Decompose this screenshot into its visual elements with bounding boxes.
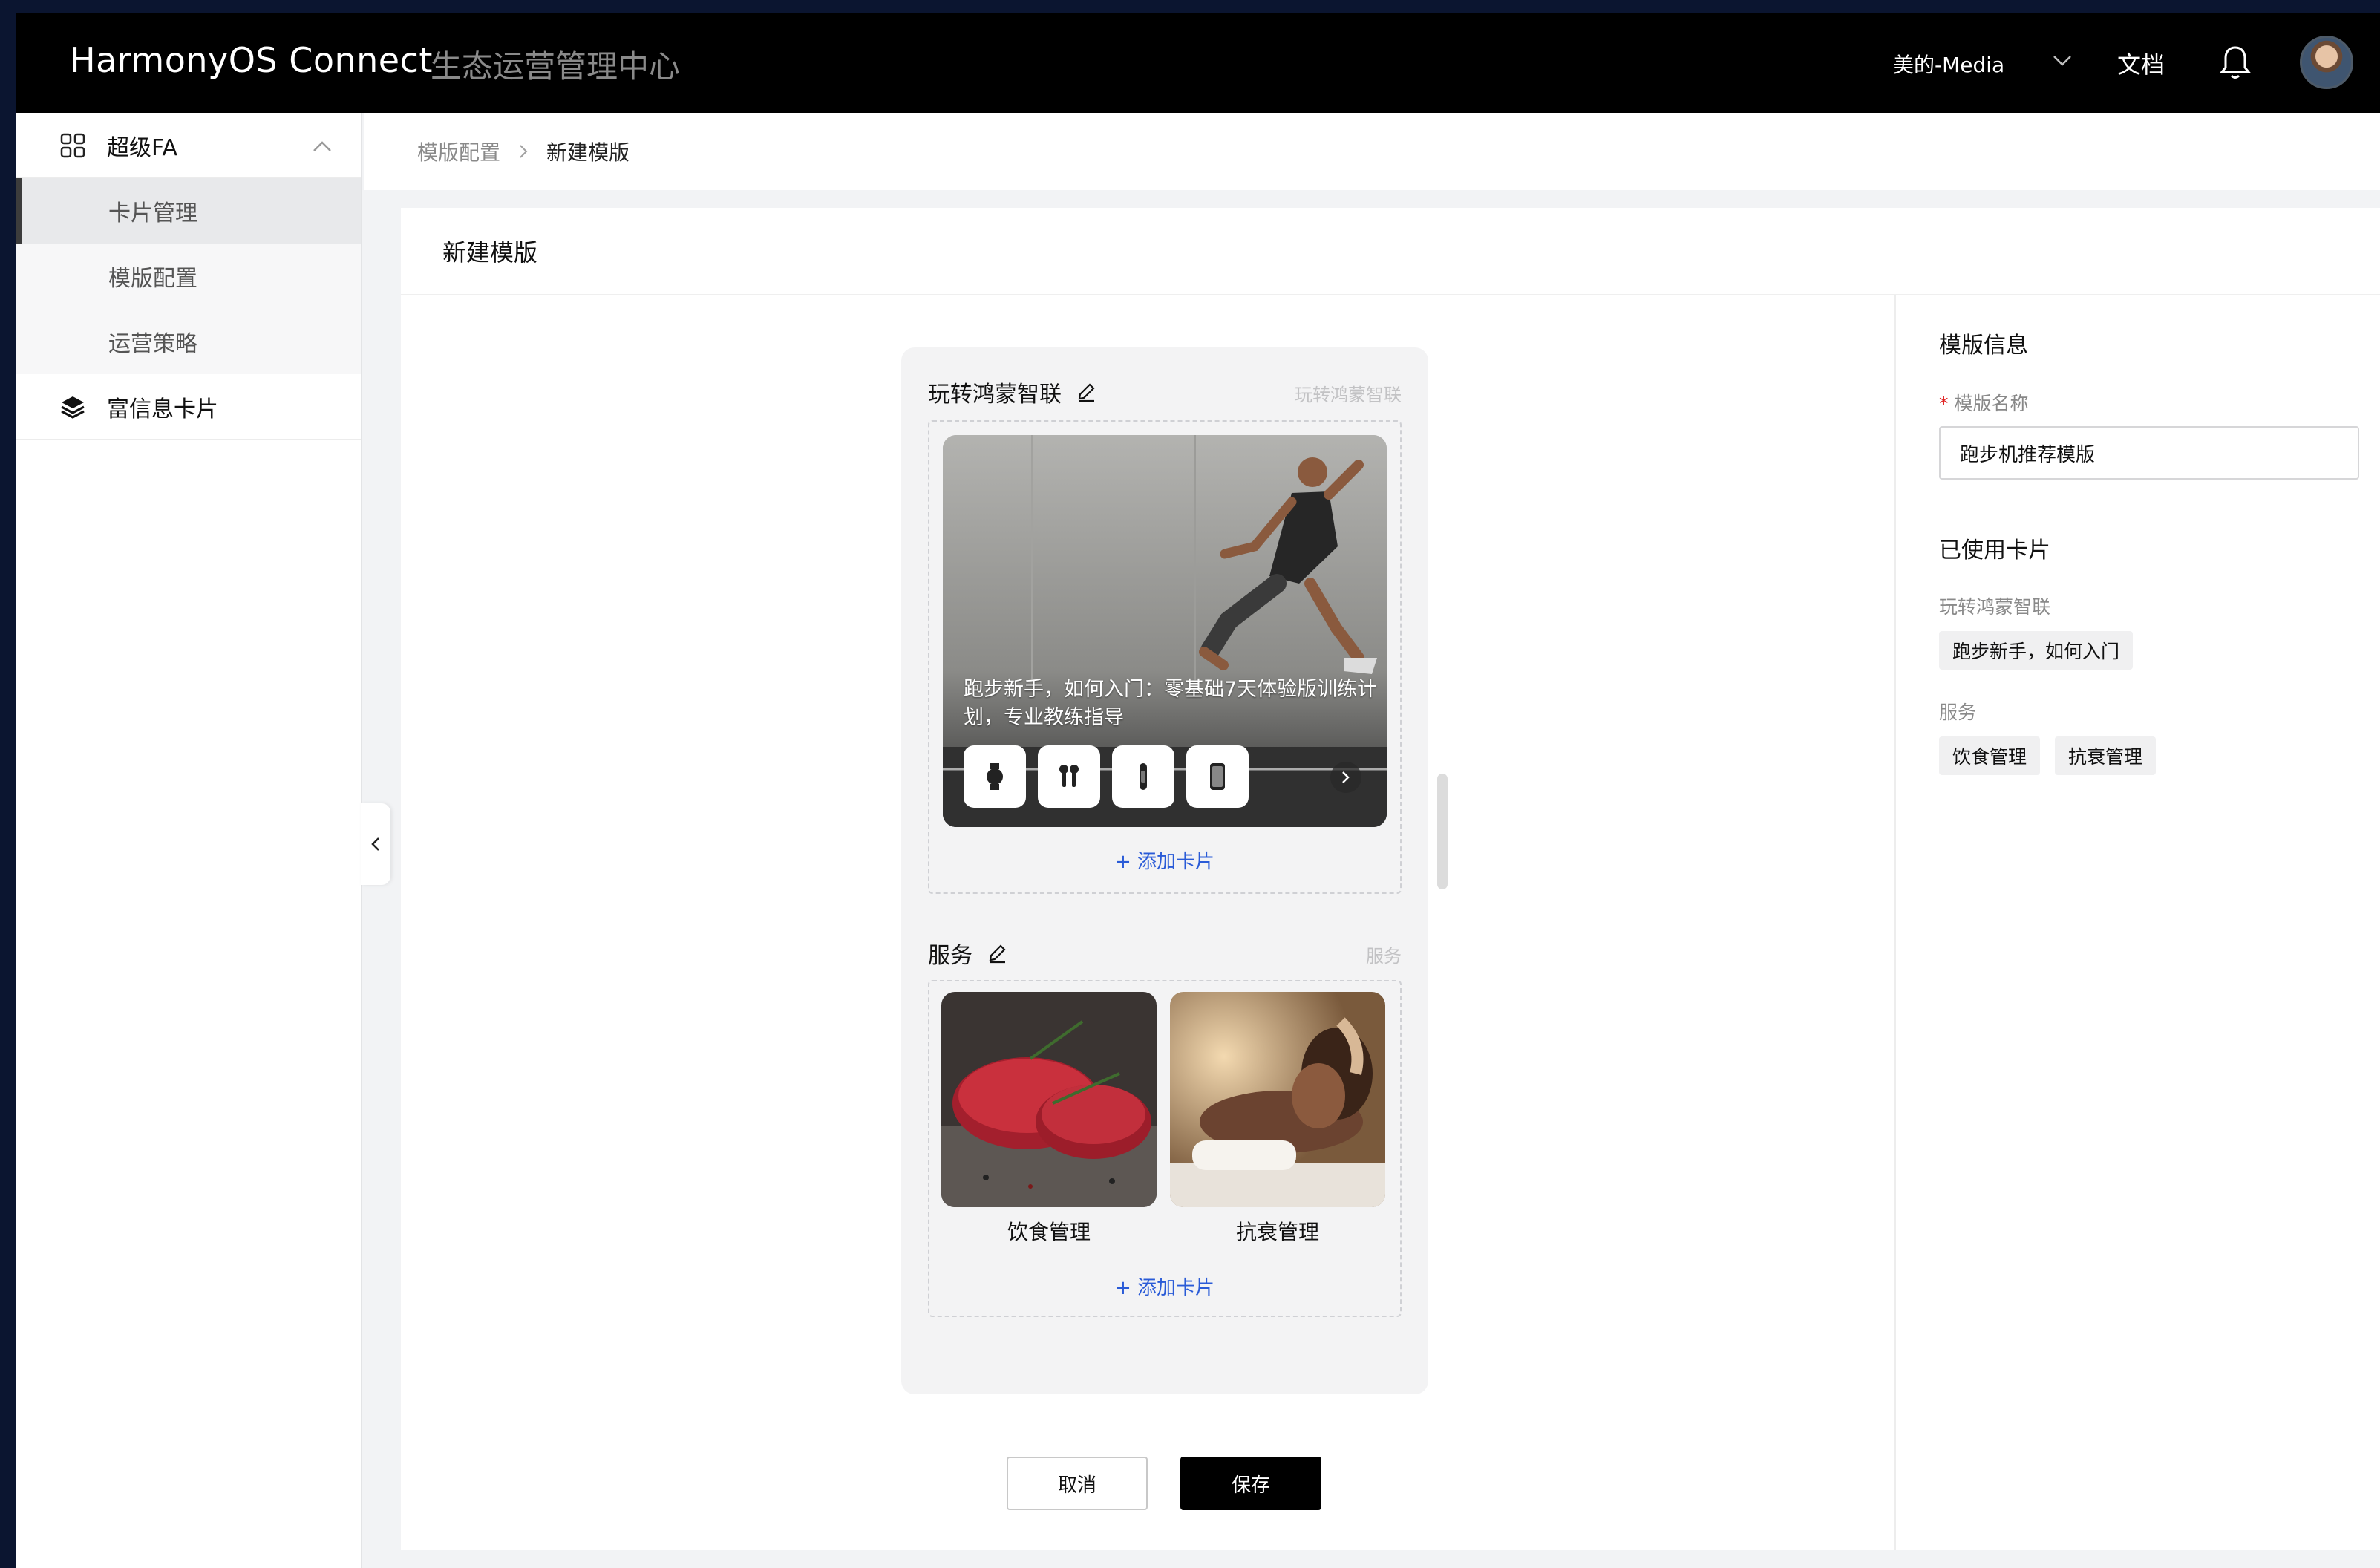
next-button[interactable] [1330,762,1361,793]
chevron-down-icon[interactable] [2052,53,2073,68]
template-info-heading: 模版信息 [1939,333,2028,359]
sidebar-submenu: 卡片管理 模版配置 运营策略 [16,178,361,374]
used-card-tag: 跑步新手，如何入门 [1939,631,2134,670]
divider [1894,295,1896,1550]
main-panel: 新建模版 玩转鸿蒙智联 玩转鸿蒙智联 跑步新手，如何入门：零基础7天体验版训练计… [401,208,2380,1550]
scrollbar[interactable] [1437,774,1448,889]
spa-image [1170,992,1385,1207]
used-cards-heading: 已使用卡片 [1939,538,2050,564]
top-bar: HarmonyOS Connect 生态运营管理中心 美的-Media 文档 [16,13,2380,113]
layers-icon [61,396,85,419]
device-list [964,745,1249,808]
section-title: 服务 [928,943,972,969]
device-button-phone[interactable] [1186,745,1249,808]
device-button-band[interactable] [1112,745,1174,808]
used-cards-group-label: 玩转鸿蒙智联 [1939,596,2051,618]
hero-card-text: 跑步新手，如何入门：零基础7天体验版训练计划，专业教练指导 [964,678,1378,729]
page-title: 新建模版 [401,208,2380,295]
card-dropzone[interactable]: 跑步新手，如何入门：零基础7天体验版训练计划，专业教练指导 + 添加卡片 [928,420,1402,894]
section-hint: 玩转鸿蒙智联 [1295,385,1402,405]
template-info-panel: 模版信息 *模版名称 已使用卡片 玩转鸿蒙智联 跑步新手，如何入门 服务 饮食管… [1939,327,2370,775]
sidebar-item-card-management[interactable]: 卡片管理 [16,178,361,244]
template-preview: 玩转鸿蒙智联 玩转鸿蒙智联 跑步新手，如何入门：零基础7天体验版训练计划，专业教… [901,347,1428,1394]
sidebar-group-label: 超级FA [107,134,178,161]
used-card-tag: 饮食管理 [1939,736,2041,775]
breadcrumb: 模版配置 新建模版 [364,113,2380,190]
device-button-watch[interactable] [964,745,1026,808]
section-hint: 服务 [1366,946,1402,967]
watch-icon [987,763,1003,790]
account-switcher[interactable]: 美的-Media [1893,49,2004,79]
sidebar-group-super-fa[interactable]: 超级FA [16,113,361,178]
phone-icon [1210,763,1225,790]
avatar[interactable] [2300,36,2353,89]
breadcrumb-current: 新建模版 [546,140,630,165]
docs-link[interactable]: 文档 [2117,46,2165,80]
sidebar-item-operation-strategy[interactable]: 运营策略 [16,309,361,374]
template-name-label-text: 模版名称 [1954,393,2029,414]
app-window: HarmonyOS Connect 生态运营管理中心 美的-Media 文档 超… [16,13,2380,1568]
chevron-left-icon [371,837,379,851]
edit-icon[interactable] [986,942,1008,964]
band-icon [1140,763,1147,790]
sidebar-collapse-button[interactable] [361,803,390,885]
section-title: 玩转鸿蒙智联 [928,382,1062,408]
section-header: 服务 [928,937,1008,970]
steak-image [941,992,1157,1207]
sidebar: 超级FA 卡片管理 模版配置 运营策略 富信息卡片 [16,113,362,1568]
chevron-right-icon [520,145,528,158]
tag-list: 饮食管理 抗衰管理 [1939,736,2370,775]
cancel-button[interactable]: 取消 [1007,1457,1148,1510]
sidebar-item-template-config[interactable]: 模版配置 [16,244,361,309]
used-cards-group-label: 服务 [1939,702,1977,723]
breadcrumb-link-template-config[interactable]: 模版配置 [417,137,500,166]
used-card-tag: 抗衰管理 [2055,736,2157,775]
add-card-button[interactable]: + 添加卡片 [929,846,1400,874]
sidebar-group-rich-info-card[interactable]: 富信息卡片 [16,374,361,440]
template-name-label: * 模版名称 [1939,389,2370,416]
chevron-up-icon [313,141,331,151]
service-card-label: 饮食管理 [1007,1220,1091,1244]
section-header: 玩转鸿蒙智联 [928,376,1097,408]
device-button-earbuds[interactable] [1038,745,1100,808]
service-card-diet[interactable]: 饮食管理 [941,992,1157,1246]
earbuds-icon [1059,765,1079,787]
template-name-input[interactable] [1939,426,2359,480]
app-subtitle: 生态运营管理中心 [431,48,681,85]
brand-logo[interactable]: HarmonyOS Connect [70,40,433,80]
chevron-right-icon [1342,771,1350,783]
card-dropzone[interactable]: 饮食管理 抗衰管理 + 添加卡片 [928,980,1402,1317]
hero-card[interactable]: 跑步新手，如何入门：零基础7天体验版训练计划，专业教练指导 [943,435,1387,827]
service-card-label: 抗衰管理 [1235,1220,1319,1244]
tag-list: 跑步新手，如何入门 [1939,631,2370,670]
sidebar-group-label: 富信息卡片 [107,396,218,422]
required-mark: * [1939,393,1949,414]
edit-icon[interactable] [1075,381,1097,403]
save-button[interactable]: 保存 [1180,1457,1321,1510]
grid-icon [60,133,85,157]
add-card-button[interactable]: + 添加卡片 [929,1273,1400,1300]
bell-icon[interactable] [2218,43,2252,82]
service-card-anti-aging[interactable]: 抗衰管理 [1170,992,1385,1246]
